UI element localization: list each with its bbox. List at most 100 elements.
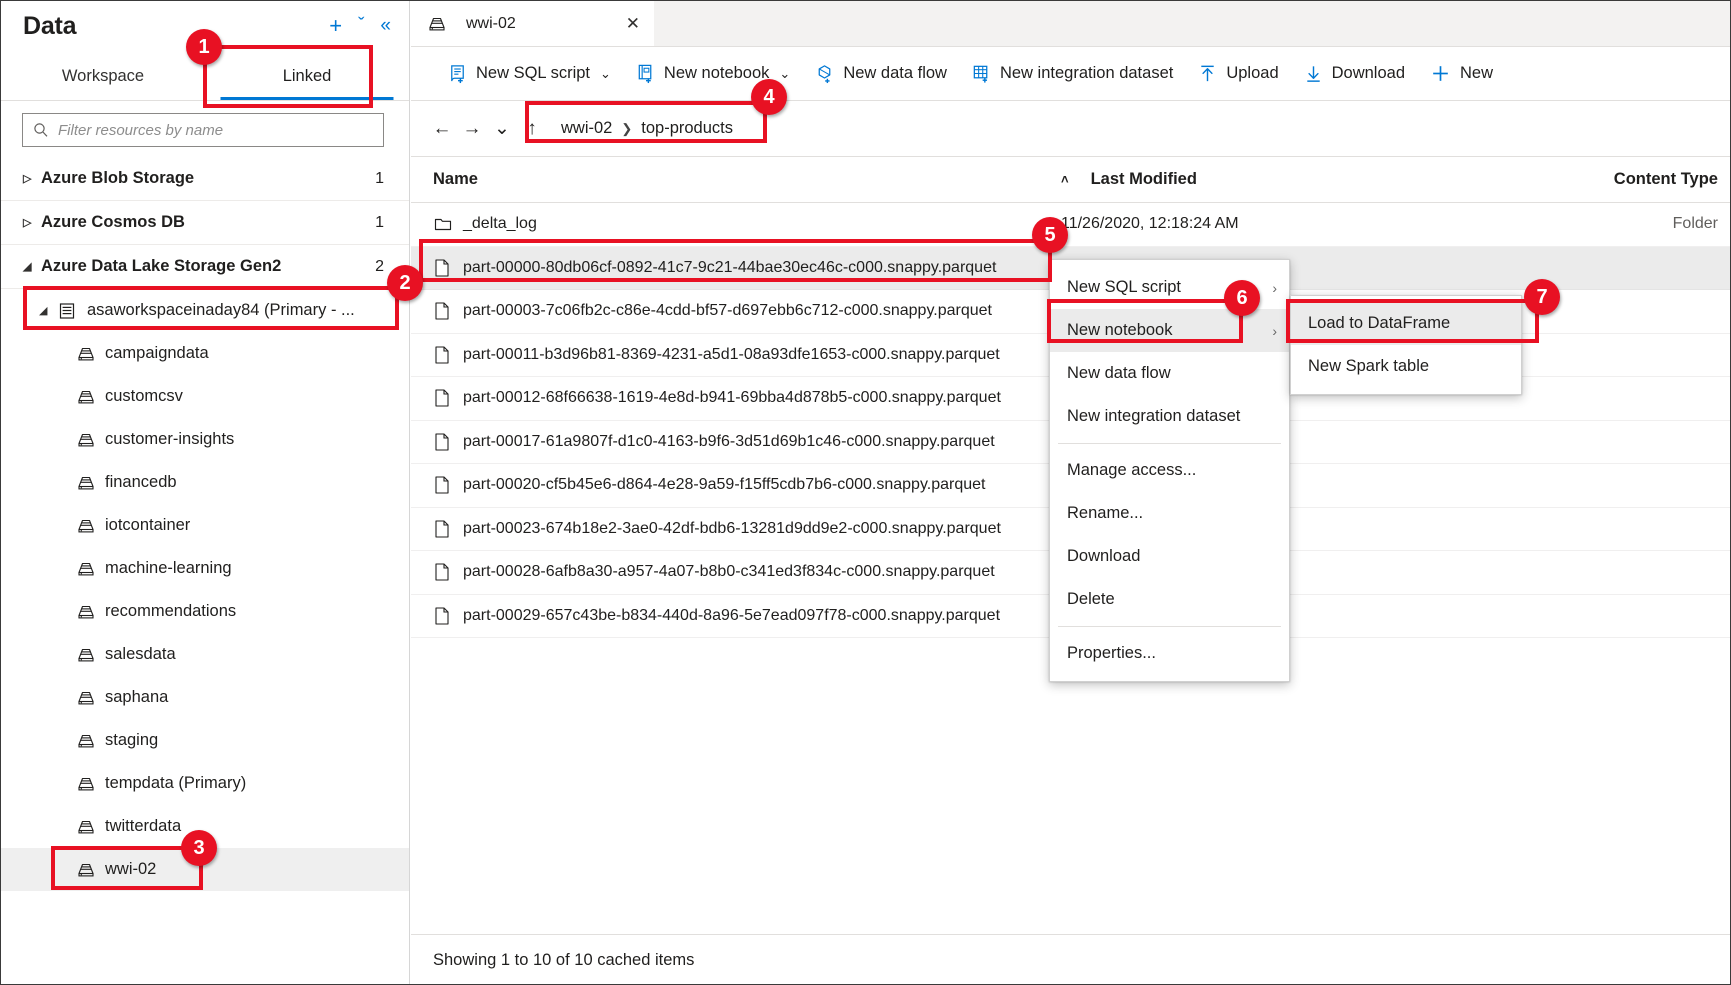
tree-item-label: staging [105, 731, 159, 749]
tree-item-iotcontainer[interactable]: iotcontainer [1, 504, 409, 547]
cell-name: part-00029-657c43be-b834-440d-8a96-5e7ea… [433, 606, 1061, 626]
document-tabstrip: wwi-02 ✕ [411, 1, 1730, 47]
folder-icon [433, 214, 452, 234]
page-title: Data [23, 12, 77, 40]
column-header-last-modified[interactable]: ˄ Last Modified [1061, 170, 1441, 189]
tree-item-label: twitterdata [105, 817, 182, 835]
sidebar-tabs: Workspace Linked [1, 53, 409, 101]
column-header-content-type[interactable]: Content Type [1441, 170, 1730, 189]
toolbar-download[interactable]: Download [1291, 54, 1417, 94]
tree-item-label: salesdata [105, 645, 176, 663]
cell-name: part-00023-674b18e2-3ae0-42df-bdb6-13281… [433, 519, 1061, 539]
caret-expanded-icon[interactable]: ◢ [23, 260, 41, 273]
tree-item-azure-data-lake-storage-gen2[interactable]: ◢ Azure Data Lake Storage Gen2 2 [1, 245, 409, 289]
caret-collapsed-icon[interactable]: ▷ [23, 216, 41, 229]
container-icon [76, 516, 96, 536]
toolbar-new-integration-dataset[interactable]: New integration dataset [959, 54, 1185, 94]
toolbar-item-label: New integration dataset [999, 64, 1174, 82]
container-icon [76, 817, 96, 837]
download-icon [1303, 63, 1324, 84]
tree-item-azure-cosmos-db[interactable]: ▷ Azure Cosmos DB 1 [1, 201, 409, 245]
cell-name: part-00012-68f66638-1619-4e8d-b941-69bba… [433, 388, 1061, 408]
chevron-down-icon[interactable]: ⌄ [779, 66, 790, 82]
tree-item-salesdata[interactable]: salesdata [1, 633, 409, 676]
tree-item-customcsv[interactable]: customcsv [1, 375, 409, 418]
chevron-double-down-icon[interactable]: ˇ [358, 15, 364, 37]
column-header-name[interactable]: Name [433, 170, 1061, 189]
tree-item-tempdata-primary[interactable]: tempdata (Primary) [1, 762, 409, 805]
submenu-item-load-to-dataframe[interactable]: Load to DataFrame [1291, 302, 1521, 345]
main-content-area: wwi-02 ✕ New SQL script ⌄ New notebook ⌄ New… [411, 1, 1730, 984]
breadcrumb-item-current[interactable]: top-products [641, 119, 733, 138]
menu-item-rename[interactable]: Rename... [1050, 492, 1289, 535]
tree-item-label: Azure Data Lake Storage Gen2 [41, 257, 282, 275]
tree-item-machine-learning[interactable]: machine-learning [1, 547, 409, 590]
cell-name: part-00003-7c06fb2c-c86e-4cdd-bf57-d697e… [433, 301, 1061, 321]
menu-item-label: Download [1067, 547, 1141, 565]
file-name-label: part-00003-7c06fb2c-c86e-4cdd-bf57-d697e… [463, 302, 992, 320]
tree-item-staging[interactable]: staging [1, 719, 409, 762]
table-row[interactable]: _delta_log 11/26/2020, 12:18:24 AM Folder [411, 203, 1730, 247]
tab-linked[interactable]: Linked [205, 53, 409, 100]
up-one-level-icon[interactable]: ↑ [517, 114, 547, 144]
menu-item-properties[interactable]: Properties... [1050, 632, 1289, 675]
tree-item-recommendations[interactable]: recommendations [1, 590, 409, 633]
menu-item-new-integration-dataset[interactable]: New integration dataset [1050, 395, 1289, 438]
file-icon [433, 388, 451, 408]
menu-item-delete[interactable]: Delete [1050, 578, 1289, 621]
menu-item-label: Rename... [1067, 504, 1144, 522]
collapse-panel-icon[interactable]: « [380, 15, 391, 37]
toolbar-new-sql-script[interactable]: New SQL script ⌄ [435, 54, 623, 94]
tree-item-azure-blob-storage[interactable]: ▷ Azure Blob Storage 1 [1, 157, 409, 201]
tree-item-label: recommendations [105, 602, 237, 620]
history-dropdown-icon[interactable]: ⌄ [487, 114, 517, 144]
toolbar-new-notebook[interactable]: New notebook ⌄ [623, 54, 802, 94]
chevron-right-icon: › [1272, 279, 1277, 296]
toolbar-new[interactable]: New [1417, 54, 1505, 94]
menu-item-new-notebook[interactable]: New notebook › [1050, 309, 1289, 352]
status-text: Showing 1 to 10 of 10 cached items [433, 951, 695, 969]
menu-item-new-data-flow[interactable]: New data flow [1050, 352, 1289, 395]
menu-item-download[interactable]: Download [1050, 535, 1289, 578]
caret-expanded-icon[interactable]: ◢ [39, 304, 57, 317]
sidebar-action-group: + ˇ « [329, 11, 391, 37]
tree-item-label: customcsv [105, 387, 183, 405]
menu-item-label: New data flow [1067, 364, 1171, 382]
toolbar-item-label: New notebook [663, 64, 770, 82]
sql-script-icon [447, 63, 468, 84]
menu-item-label: New notebook [1067, 321, 1173, 339]
tree-item-financedb[interactable]: financedb [1, 461, 409, 504]
submenu-item-label: New Spark table [1308, 357, 1430, 375]
file-icon [433, 301, 451, 321]
submenu-item-new-spark-table[interactable]: New Spark table [1291, 345, 1521, 388]
menu-item-manage-access[interactable]: Manage access... [1050, 449, 1289, 492]
document-tab-wwi-02[interactable]: wwi-02 ✕ [411, 1, 654, 46]
tree-item-twitterdata[interactable]: twitterdata [1, 805, 409, 848]
file-name-label: part-00029-657c43be-b834-440d-8a96-5e7ea… [463, 606, 1001, 624]
tree-item-campaigndata[interactable]: campaigndata [1, 332, 409, 375]
forward-icon[interactable]: → [457, 114, 487, 144]
breadcrumb-item-root[interactable]: wwi-02 [561, 119, 612, 138]
tree-item-label: customer-insights [105, 430, 235, 448]
add-icon[interactable]: + [329, 15, 342, 37]
tree-item-customer-insights[interactable]: customer-insights [1, 418, 409, 461]
search-input[interactable]: Filter resources by name [22, 113, 384, 147]
chevron-down-icon[interactable]: ⌄ [600, 66, 611, 82]
tab-workspace[interactable]: Workspace [1, 53, 205, 100]
tree-item-asaworkspaceinaday84-primary[interactable]: ◢ asaworkspaceinaday84 (Primary - ... [1, 289, 409, 332]
back-icon[interactable]: ← [427, 114, 457, 144]
caret-collapsed-icon[interactable]: ▷ [23, 172, 41, 185]
container-icon [76, 774, 96, 794]
menu-item-new-sql-script[interactable]: New SQL script › [1050, 266, 1289, 309]
file-name-label: _delta_log [463, 215, 537, 233]
file-icon [433, 562, 451, 582]
breadcrumb-separator-icon: ❯ [621, 120, 633, 136]
toolbar-new-data-flow[interactable]: New data flow [802, 54, 959, 94]
tree-item-saphana[interactable]: saphana [1, 676, 409, 719]
toolbar-upload[interactable]: Upload [1185, 54, 1290, 94]
menu-separator [1058, 443, 1281, 444]
close-icon[interactable]: ✕ [626, 15, 640, 32]
tree-item-wwi-02[interactable]: wwi-02 [1, 848, 409, 891]
cell-last-modified: 11/26/2020, 12:18:24 AM [1061, 215, 1239, 233]
tree-item-count: 1 [375, 169, 384, 187]
